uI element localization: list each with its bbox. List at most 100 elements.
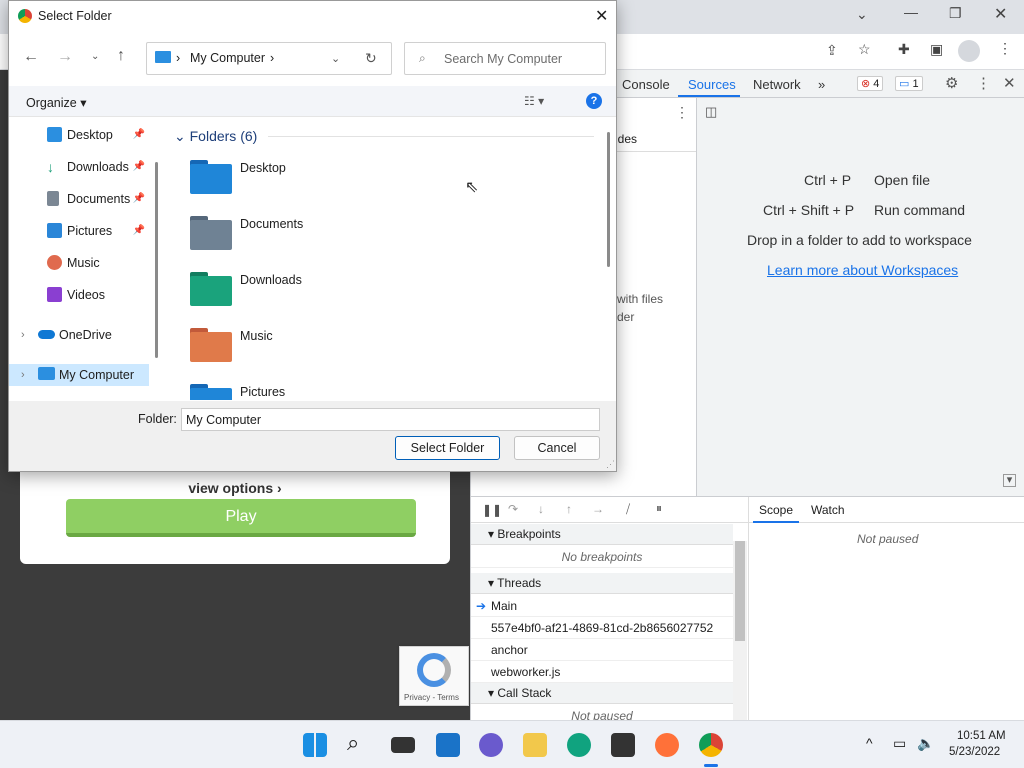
toggle-navigator-icon[interactable]: ◫ (705, 104, 717, 120)
menu-kebab-icon[interactable]: ⋮ (998, 40, 1012, 57)
thread-row[interactable]: webworker.js (471, 661, 733, 683)
edge-icon[interactable] (567, 733, 591, 757)
nav-scrollbar[interactable] (155, 162, 158, 358)
tab-sources[interactable]: Sources (688, 77, 736, 92)
bookmark-star-icon[interactable]: ☆ (858, 41, 871, 58)
expand-chevron-icon[interactable]: › (21, 324, 25, 346)
recaptcha-text[interactable]: Privacy - Terms (404, 693, 459, 702)
folder-item[interactable]: Pictures (190, 384, 490, 400)
thread-row[interactable]: ➔ Main (471, 595, 733, 617)
breakpoints-section-header[interactable]: ▾ Breakpoints (471, 524, 733, 545)
learn-workspaces-link[interactable]: Learn more about Workspaces (767, 262, 958, 278)
cancel-button[interactable]: Cancel (514, 436, 600, 460)
forward-arrow-icon[interactable]: → (57, 48, 73, 66)
tab-console[interactable]: Console (622, 77, 670, 92)
step-into-icon[interactable]: ↓ (538, 502, 544, 516)
start-windows-icon[interactable] (303, 733, 327, 757)
volume-icon[interactable]: 🔈 (917, 735, 934, 752)
folder-music-icon (190, 328, 232, 362)
chat-icon[interactable] (479, 733, 503, 757)
error-badge[interactable]: ⊗ 4 (857, 76, 884, 91)
search-box[interactable]: ⌕ Search My Computer (404, 42, 606, 75)
threads-section-header[interactable]: ▾ Threads (471, 573, 733, 594)
thread-row[interactable]: 557e4bf0-af21-4869-81cd-2b8656027752 (471, 617, 733, 639)
view-options-link[interactable]: view options › (0, 480, 470, 496)
view-mode-icon[interactable]: ☷ ▾ (524, 94, 544, 108)
dialog-close-icon[interactable]: ✕ (595, 6, 608, 26)
resize-grip-icon[interactable]: ⋰ (606, 459, 615, 470)
expand-chevron-icon[interactable]: › (21, 364, 25, 386)
folder-item[interactable]: Documents (190, 216, 490, 260)
search-icon[interactable]: ⌕ (347, 730, 359, 756)
scrollbar-thumb[interactable] (735, 541, 745, 641)
chrome-taskbar-icon[interactable] (699, 733, 723, 757)
up-arrow-icon[interactable]: ↑ (117, 47, 125, 65)
profile-avatar[interactable] (958, 40, 980, 62)
nav-item-pictures[interactable]: Pictures 📌 (9, 220, 149, 242)
nav-item-onedrive[interactable]: › OneDrive (9, 324, 149, 346)
desktop-icon (47, 127, 62, 142)
pause-icon[interactable]: ❚❚ (482, 503, 502, 517)
breadcrumb-separator-icon[interactable]: › (270, 51, 274, 65)
nav-item-music[interactable]: Music (9, 252, 149, 274)
navigator-menu-icon[interactable]: ⋮ (675, 104, 689, 121)
help-icon[interactable]: ? (586, 93, 602, 109)
nav-item-desktop[interactable]: Desktop 📌 (9, 124, 149, 146)
step-out-icon[interactable]: ↑ (566, 502, 572, 516)
minimize-icon[interactable]: — (904, 4, 918, 20)
play-button[interactable]: Play (66, 499, 416, 537)
folder-item[interactable]: Desktop (190, 160, 490, 204)
group-header-folders[interactable]: ⌄ Folders (6) (174, 128, 257, 145)
step-icon[interactable]: → (592, 502, 604, 516)
nav-item-documents[interactable]: Documents 📌 (9, 188, 149, 210)
tab-network[interactable]: Network (753, 77, 801, 92)
refresh-icon[interactable]: ↻ (365, 50, 377, 67)
file-explorer-icon[interactable] (523, 733, 547, 757)
message-badge[interactable]: ▭ 1 (895, 76, 923, 91)
more-tabs-icon[interactable]: » (818, 77, 825, 92)
widgets-icon[interactable] (436, 733, 460, 757)
step-over-icon[interactable]: ↷ (508, 502, 518, 516)
address-dropdown-icon[interactable]: ⌄ (331, 52, 340, 65)
recent-locations-icon[interactable]: ⌄ (91, 51, 99, 62)
tab-scope[interactable]: Scope (759, 503, 793, 517)
select-folder-button[interactable]: Select Folder (395, 436, 500, 460)
address-breadcrumb[interactable]: › My Computer › ⌄ ↻ (146, 42, 392, 75)
nav-item-my-computer[interactable]: › My Computer (9, 364, 149, 386)
tray-chevron-icon[interactable]: ^ (866, 735, 873, 751)
task-view-icon[interactable] (391, 737, 415, 753)
toggle-debugger-icon[interactable]: ▾ (1003, 474, 1016, 487)
recaptcha-badge[interactable]: Privacy - Terms (399, 646, 469, 706)
folder-item[interactable]: Music (190, 328, 490, 372)
folder-name-input[interactable]: My Computer (181, 408, 600, 431)
file-list-scrollbar[interactable] (607, 132, 610, 267)
extensions-icon[interactable]: ✚ (898, 41, 910, 58)
organize-menu[interactable]: Organize ▾ (26, 95, 86, 110)
select-folder-dialog: Select Folder ✕ ← → ⌄ ↑ › My Computer › … (8, 0, 617, 472)
tab-watch[interactable]: Watch (811, 503, 845, 517)
store-icon[interactable] (611, 733, 635, 757)
nav-item-downloads[interactable]: ↓ Downloads 📌 (9, 156, 149, 178)
folder-item[interactable]: Downloads (190, 272, 490, 316)
deactivate-breakpoints-icon[interactable]: ⧸ (626, 502, 630, 517)
window-close-icon[interactable]: ✕ (994, 4, 1007, 24)
network-icon[interactable]: ▭ (893, 735, 906, 752)
pause-exceptions-icon[interactable]: ⏸ (656, 501, 662, 516)
call-stack-section-header[interactable]: ▾ Call Stack (471, 683, 733, 704)
navigator-overrides-tab[interactable]: ides (615, 132, 637, 146)
clock-time[interactable]: 10:51 AM (957, 730, 1006, 742)
devtools-menu-icon[interactable]: ⋮ (976, 74, 991, 92)
debugger-scrollbar[interactable] (733, 541, 747, 721)
breadcrumb-item[interactable]: My Computer (190, 51, 265, 65)
devtools-close-icon[interactable]: ✕ (1003, 74, 1016, 92)
thread-row[interactable]: anchor (471, 639, 733, 661)
share-icon[interactable]: ⇪ (826, 42, 838, 59)
nav-item-videos[interactable]: Videos (9, 284, 149, 306)
side-panel-icon[interactable]: ▣ (930, 41, 943, 58)
firefox-icon[interactable] (655, 733, 679, 757)
settings-gear-icon[interactable]: ⚙ (945, 74, 958, 92)
restore-icon[interactable]: ❐ (949, 5, 962, 22)
clock-date[interactable]: 5/23/2022 (949, 746, 1000, 758)
back-arrow-icon[interactable]: ← (23, 48, 39, 66)
tab-search-icon[interactable]: ⌄ (856, 6, 868, 23)
